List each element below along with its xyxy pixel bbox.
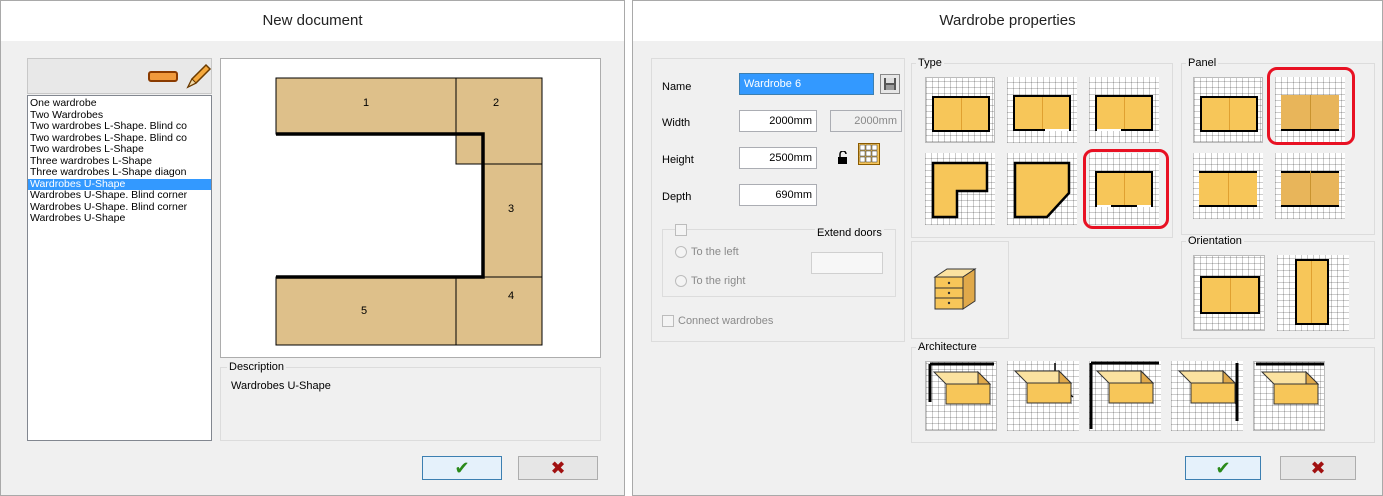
panel-label: Panel <box>1186 57 1219 69</box>
description-group: Description Wardrobes U-Shape <box>220 361 601 441</box>
drawer-unit-option[interactable] <box>929 263 981 315</box>
eraser-icon[interactable] <box>148 71 178 82</box>
ok-button[interactable]: ✔ <box>422 456 502 480</box>
new-document-dialog: New document One wardrobe Two Wardrobes … <box>0 0 625 496</box>
type-option-diagonal[interactable] <box>1007 153 1077 225</box>
height-label: Height <box>662 154 694 166</box>
template-list[interactable]: One wardrobe Two Wardrobes Two wardrobes… <box>27 95 212 441</box>
type-option-door-right[interactable] <box>1007 77 1077 143</box>
list-item[interactable]: Three wardrobes L-Shape diagon <box>28 167 211 179</box>
check-icon: ✔ <box>454 457 470 478</box>
orientation-vertical[interactable] <box>1277 255 1349 331</box>
layout-preview: 1 2 3 4 5 <box>220 58 601 358</box>
type-selection-highlight <box>1083 149 1169 229</box>
numpad-icon[interactable] <box>858 143 880 165</box>
preview-label-1: 1 <box>363 97 369 109</box>
connect-wardrobes-checkbox[interactable] <box>662 315 674 327</box>
extend-doors-group: Extend doors To the left To the right <box>662 224 896 297</box>
cancel-button[interactable]: ✖ <box>1280 456 1356 480</box>
connect-wardrobes-label: Connect wardrobes <box>678 315 774 327</box>
list-item[interactable]: Two wardrobes L-Shape. Blind co <box>28 121 211 133</box>
list-item[interactable]: Wardrobes U-Shape. Blind corner <box>28 202 211 214</box>
save-icon[interactable] <box>880 74 900 94</box>
dialog-title: New document <box>1 1 624 41</box>
cancel-button[interactable]: ✖ <box>518 456 598 480</box>
list-item[interactable]: Two Wardrobes <box>28 110 211 122</box>
architecture-option-1[interactable] <box>925 361 997 431</box>
panel-option-4[interactable] <box>1275 153 1345 219</box>
architecture-option-4[interactable] <box>1171 361 1243 431</box>
list-item[interactable]: Two wardrobes L-Shape. Blind co <box>28 133 211 145</box>
ok-button[interactable]: ✔ <box>1185 456 1261 480</box>
to-right-label: To the right <box>691 275 746 287</box>
preview-label-5: 5 <box>361 305 367 317</box>
depth-label: Depth <box>662 191 692 203</box>
description-label: Description <box>227 361 287 373</box>
name-input[interactable] <box>739 73 874 95</box>
panel-option-3[interactable] <box>1193 153 1263 219</box>
extend-doors-label: Extend doors <box>815 227 884 239</box>
to-left-label: To the left <box>691 246 739 258</box>
panel-selection-highlight <box>1267 67 1355 145</box>
architecture-option-2[interactable] <box>1007 361 1079 431</box>
preview-label-4: 4 <box>508 290 514 302</box>
x-icon: ✖ <box>550 457 566 478</box>
depth-input[interactable] <box>739 184 817 206</box>
type-option-l-shape[interactable] <box>925 153 995 225</box>
list-item-selected[interactable]: Wardrobes U-Shape <box>28 178 211 190</box>
description-text: Wardrobes U-Shape <box>231 380 331 392</box>
type-label: Type <box>916 57 944 69</box>
architecture-option-5[interactable] <box>1253 361 1325 431</box>
orientation-label: Orientation <box>1186 235 1244 247</box>
list-item[interactable]: Wardrobes U-Shape <box>28 213 211 225</box>
architecture-option-3[interactable] <box>1089 361 1161 431</box>
dialog-title: Wardrobe properties <box>633 1 1382 41</box>
list-toolbar <box>27 58 212 94</box>
architecture-label: Architecture <box>916 341 979 353</box>
extend-doors-input <box>811 252 883 274</box>
preview-label-2: 2 <box>493 97 499 109</box>
name-label: Name <box>662 81 692 93</box>
list-item[interactable]: Wardrobes U-Shape. Blind corner <box>28 190 211 202</box>
list-item[interactable]: Three wardrobes L-Shape <box>28 156 211 168</box>
width-label: Width <box>662 117 691 129</box>
extend-doors-checkbox[interactable] <box>675 224 687 236</box>
width-readonly <box>830 110 902 132</box>
to-right-radio[interactable] <box>675 275 687 287</box>
orientation-horizontal[interactable] <box>1193 255 1265 331</box>
list-item[interactable]: Two wardrobes L-Shape <box>28 144 211 156</box>
height-input[interactable] <box>739 147 817 169</box>
lock-icon[interactable] <box>836 150 850 165</box>
dimensions-group: Name Width Height Depth Extend doors To … <box>651 58 905 342</box>
list-item[interactable]: One wardrobe <box>28 98 211 110</box>
preview-label-3: 3 <box>508 203 514 215</box>
check-icon: ✔ <box>1215 457 1231 478</box>
x-icon: ✖ <box>1310 457 1326 478</box>
width-input[interactable] <box>739 110 817 132</box>
panel-option-1[interactable] <box>1193 77 1263 143</box>
wardrobe-properties-dialog: Wardrobe properties Name Width Height De… <box>632 0 1383 496</box>
to-left-radio[interactable] <box>675 246 687 258</box>
type-option-full[interactable] <box>925 77 995 143</box>
pencil-icon[interactable] <box>184 61 214 91</box>
type-option-door-left[interactable] <box>1089 77 1159 143</box>
